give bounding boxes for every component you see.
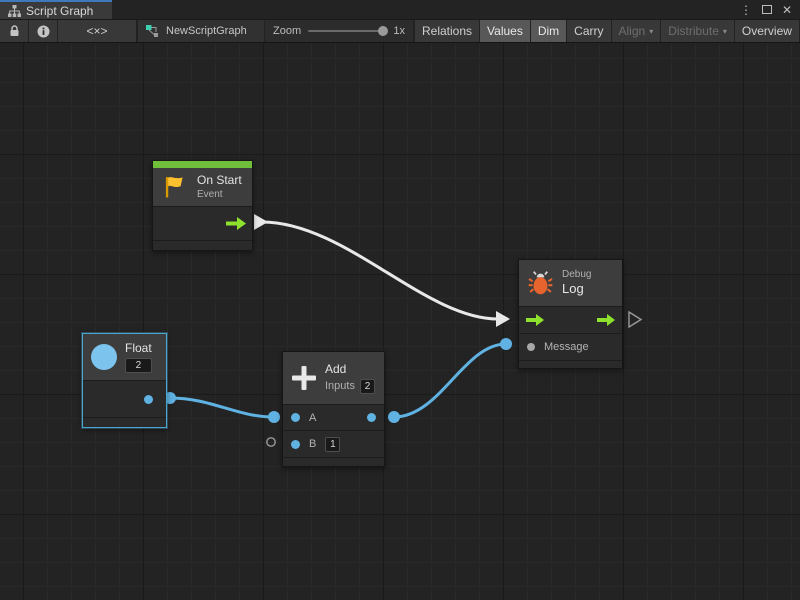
overview-label: Overview — [742, 24, 792, 38]
script-graph-window: Script Graph ⋮ ✕ <×> — [0, 0, 800, 600]
flow-input-port[interactable] — [526, 314, 544, 326]
node-footer — [519, 360, 622, 368]
zoom-control: Zoom 1x — [265, 20, 413, 42]
add-input-a-port[interactable] — [291, 413, 300, 422]
flow-output-port[interactable] — [226, 217, 246, 230]
code-brackets-icon: <×> — [86, 24, 107, 38]
node-on-start[interactable]: On Start Event — [152, 160, 253, 251]
lock-button[interactable] — [0, 20, 28, 42]
lock-icon — [9, 25, 20, 37]
node-footer — [83, 417, 166, 427]
node-debug-log[interactable]: Debug Log Message — [518, 259, 623, 369]
values-button[interactable]: Values — [480, 20, 530, 42]
tab-bar: Script Graph ⋮ ✕ — [0, 0, 800, 20]
maximize-icon[interactable] — [762, 5, 772, 14]
tab-script-graph[interactable]: Script Graph — [0, 0, 112, 19]
inputs-label: Inputs — [325, 379, 355, 393]
node-add[interactable]: Add Inputs 2 A B 1 — [282, 351, 385, 467]
float-value-input[interactable]: 2 — [125, 358, 152, 373]
graph-canvas[interactable]: On Start Event — [0, 43, 800, 600]
flag-icon — [161, 173, 189, 201]
port-b-label: B — [309, 438, 316, 450]
connection-wires — [0, 43, 800, 600]
tab-title: Script Graph — [26, 4, 93, 18]
close-icon[interactable]: ✕ — [782, 4, 792, 16]
code-view-button[interactable]: <×> — [58, 20, 136, 42]
wire-endpoint-dot — [388, 411, 400, 423]
zoom-value: 1x — [393, 25, 405, 37]
align-label: Align — [619, 24, 646, 38]
add-output-port[interactable] — [367, 413, 376, 422]
relations-label: Relations — [422, 24, 472, 38]
window-controls: ⋮ ✕ — [740, 0, 800, 19]
zoom-slider[interactable] — [308, 30, 386, 32]
unconnected-flow-triangle[interactable] — [629, 312, 641, 327]
node-title: Add — [325, 362, 375, 377]
wire-start-arrowhead — [254, 214, 268, 230]
distribute-label: Distribute — [668, 24, 719, 38]
values-label: Values — [487, 24, 523, 38]
add-input-b-port[interactable] — [291, 440, 300, 449]
message-input-port[interactable] — [527, 343, 535, 351]
zoom-label: Zoom — [273, 25, 301, 37]
graph-hierarchy-icon — [8, 5, 21, 17]
node-footer — [153, 240, 252, 250]
flow-output-port[interactable] — [597, 314, 615, 326]
event-green-bar — [153, 161, 252, 168]
float-output-port[interactable] — [144, 395, 153, 404]
wire-onstart-to-log[interactable] — [262, 222, 498, 319]
align-button[interactable]: Align ▾ — [612, 20, 661, 42]
script-graph-asset-icon — [146, 25, 160, 37]
wire-end-arrowhead — [496, 311, 510, 327]
menu-icon[interactable]: ⋮ — [740, 4, 752, 16]
node-subtitle: Event — [197, 188, 242, 201]
bug-icon — [527, 270, 554, 297]
node-method-name: Log — [562, 281, 591, 297]
wire-float-to-add-a[interactable] — [170, 398, 274, 417]
carry-button[interactable]: Carry — [567, 20, 610, 42]
node-class-name: Debug — [562, 268, 591, 281]
info-button[interactable] — [29, 20, 57, 42]
message-port-label: Message — [544, 341, 589, 353]
distribute-button[interactable]: Distribute ▾ — [661, 20, 734, 42]
dim-button[interactable]: Dim — [531, 20, 566, 42]
chevron-down-icon: ▾ — [723, 27, 727, 36]
carry-label: Carry — [574, 24, 603, 38]
inputs-count-input[interactable]: 2 — [360, 379, 375, 394]
wire-endpoint-dot — [268, 411, 280, 423]
graph-name-label: NewScriptGraph — [166, 25, 247, 37]
node-float[interactable]: Float 2 — [82, 333, 167, 428]
dim-label: Dim — [538, 24, 559, 38]
graph-breadcrumb[interactable]: NewScriptGraph — [138, 20, 264, 42]
wire-endpoint-dot — [500, 338, 512, 350]
wire-add-to-log-message[interactable] — [394, 344, 506, 417]
overview-button[interactable]: Overview — [735, 20, 799, 42]
port-a-label: A — [309, 412, 316, 424]
node-footer — [283, 457, 384, 466]
toolbar: <×> NewScriptGraph Zoom 1x Relations Val… — [0, 20, 800, 43]
node-title: Float — [125, 341, 152, 356]
zoom-slider-handle[interactable] — [378, 26, 388, 36]
info-icon — [37, 25, 50, 38]
unconnected-value-circle[interactable] — [267, 438, 275, 446]
float-value-icon — [91, 344, 117, 370]
node-title: On Start — [197, 173, 242, 188]
relations-button[interactable]: Relations — [415, 20, 479, 42]
chevron-down-icon: ▾ — [649, 27, 653, 36]
plus-icon — [291, 365, 317, 391]
port-b-value-input[interactable]: 1 — [325, 437, 340, 452]
